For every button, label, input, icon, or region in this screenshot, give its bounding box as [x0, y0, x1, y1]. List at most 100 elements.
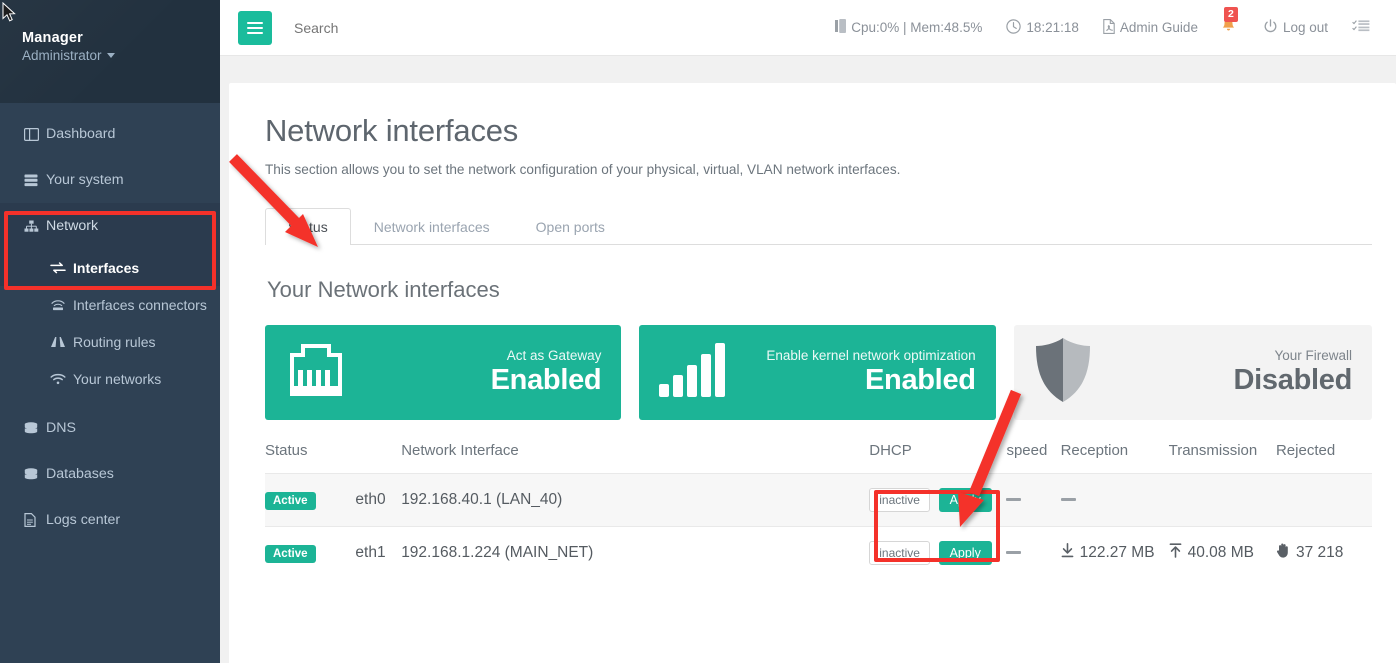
download-icon: [1061, 543, 1074, 563]
card-kernel-network-optimization[interactable]: Enable kernel network optimization Enabl…: [639, 325, 995, 420]
sidebar-item-your-networks[interactable]: Your networks: [0, 360, 220, 397]
pdf-file-icon: [1103, 19, 1115, 37]
transmission-value: 40.08 MB: [1188, 544, 1254, 562]
upload-icon: [1169, 543, 1182, 563]
card-label: Enable kernel network optimization: [766, 348, 975, 363]
cell-address: 192.168.40.1 (LAN_40): [401, 474, 869, 527]
sidebar-item-label: Interfaces connectors: [73, 297, 207, 313]
status-cards: Act as Gateway Enabled: [265, 325, 1372, 420]
card-value: Enabled: [766, 364, 975, 397]
sidebar-item-label: Databases: [46, 466, 114, 482]
main-panel: Network interfaces This section allows y…: [229, 83, 1396, 663]
burger-line: [247, 27, 263, 29]
task-list-button[interactable]: [1340, 19, 1382, 37]
transmission-metric: 40.08 MB: [1169, 543, 1254, 563]
card-act-as-gateway[interactable]: Act as Gateway Enabled: [265, 325, 621, 420]
signal-bars-icon: [657, 342, 731, 403]
sidebar-item-dns[interactable]: DNS: [0, 405, 220, 451]
tab-open-ports[interactable]: Open ports: [513, 208, 628, 245]
tab-network-interfaces[interactable]: Network interfaces: [351, 208, 513, 245]
dhcp-status-pill: inactive: [869, 488, 930, 512]
cell-status: Active: [265, 527, 355, 580]
sidebar-item-routing-rules[interactable]: Routing rules: [0, 323, 220, 360]
hand-icon: [1276, 543, 1290, 563]
card-text-block: Enable kernel network optimization Enabl…: [766, 348, 975, 397]
user-role-label: Administrator: [22, 48, 102, 63]
user-name: Manager: [22, 30, 220, 46]
sidebar-user-block[interactable]: Manager Administrator: [0, 0, 220, 103]
column-header-dhcp: DHCP: [869, 442, 1006, 474]
column-header-rejected: Rejected: [1276, 442, 1372, 474]
app-root: Manager Administrator Dashboard Your sys…: [0, 0, 1396, 663]
tab-status[interactable]: Status: [265, 208, 351, 245]
card-firewall[interactable]: Your Firewall Disabled: [1014, 325, 1372, 420]
card-label: Act as Gateway: [491, 348, 602, 363]
cell-reception: 122.27 MB: [1061, 527, 1169, 580]
sidebar-item-your-system[interactable]: Your system: [0, 157, 220, 203]
network-interfaces-table: Status Network Interface DHCP speed Rece…: [265, 442, 1372, 579]
hamburger-menu-icon[interactable]: [238, 11, 272, 45]
cell-rejected: 37 218: [1276, 527, 1372, 580]
empty-dash-icon: [1061, 498, 1076, 501]
search-input[interactable]: [294, 20, 574, 36]
section-title: Your Network interfaces: [267, 277, 1372, 303]
notifications-button[interactable]: 2: [1210, 17, 1251, 38]
table-head: Status Network Interface DHCP speed Rece…: [265, 442, 1372, 474]
apply-button[interactable]: Apply: [939, 488, 992, 512]
cell-dhcp: inactive Apply: [869, 474, 1006, 527]
cell-reception: [1061, 474, 1169, 527]
sidebar-item-label: Your system: [46, 172, 124, 188]
content-area: Network interfaces This section allows y…: [220, 56, 1396, 663]
sidebar-item-databases[interactable]: Databases: [0, 451, 220, 497]
status-badge: Active: [265, 492, 316, 510]
sidebar-item-label: Interfaces: [73, 260, 139, 276]
sidebar-item-interfaces[interactable]: Interfaces: [0, 249, 220, 286]
cell-transmission: [1169, 474, 1276, 527]
clock: 18:21:18: [994, 19, 1091, 37]
power-icon: [1263, 19, 1278, 37]
logout-button[interactable]: Log out: [1251, 19, 1340, 37]
reception-metric: 122.27 MB: [1061, 543, 1155, 563]
cell-transmission: 40.08 MB: [1169, 527, 1276, 580]
column-header-speed: speed: [1006, 442, 1060, 474]
cell-address: 192.168.1.224 (MAIN_NET): [401, 527, 869, 580]
top-bar: Cpu:0% | Mem:48.5% 18:21:18 Admin Guide …: [220, 0, 1396, 56]
tab-bar: Status Network interfaces Open ports: [265, 205, 1372, 245]
sidebar: Manager Administrator Dashboard Your sys…: [0, 0, 220, 663]
user-role[interactable]: Administrator: [22, 48, 220, 63]
cell-dhcp: inactive Apply: [869, 527, 1006, 580]
table-row[interactable]: Active eth1 192.168.1.224 (MAIN_NET) ina…: [265, 527, 1372, 580]
burger-line: [247, 22, 263, 24]
admin-guide-link[interactable]: Admin Guide: [1091, 19, 1210, 37]
sidebar-item-label: Network: [46, 218, 98, 234]
column-header-transmission: Transmission: [1169, 442, 1276, 474]
ethernet-port-icon: [283, 344, 349, 401]
table-body: Active eth0 192.168.40.1 (LAN_40) inacti…: [265, 474, 1372, 580]
server-icon: [24, 174, 44, 187]
top-bar-right-group: Cpu:0% | Mem:48.5% 18:21:18 Admin Guide …: [823, 17, 1396, 38]
table-row[interactable]: Active eth0 192.168.40.1 (LAN_40) inacti…: [265, 474, 1372, 527]
file-icon: [24, 513, 44, 527]
sidebar-item-label: Routing rules: [73, 334, 156, 350]
apply-button[interactable]: Apply: [939, 541, 992, 565]
empty-dash-icon: [1006, 498, 1021, 501]
cell-device: eth1: [355, 527, 401, 580]
mouse-cursor: [2, 2, 18, 24]
database-icon: [24, 468, 44, 481]
sidebar-item-dashboard[interactable]: Dashboard: [0, 111, 220, 157]
sidebar-item-interfaces-connectors[interactable]: Interfaces connectors: [0, 286, 220, 323]
sidebar-item-network[interactable]: Network: [0, 203, 220, 249]
page-title: Network interfaces: [265, 113, 1372, 149]
table-header-row: Status Network Interface DHCP speed Rece…: [265, 442, 1372, 474]
card-value: Disabled: [1234, 364, 1352, 397]
dashboard-icon: [24, 128, 44, 141]
status-badge: Active: [265, 545, 316, 563]
chevron-down-icon: [107, 53, 115, 58]
sidebar-item-logs-center[interactable]: Logs center: [0, 497, 220, 543]
cell-speed: [1006, 474, 1060, 527]
cell-status: Active: [265, 474, 355, 527]
sidebar-item-label: Logs center: [46, 512, 120, 528]
nav-spacer: [0, 397, 220, 405]
system-stats: Cpu:0% | Mem:48.5%: [823, 19, 994, 36]
sitemap-icon: [24, 220, 44, 233]
